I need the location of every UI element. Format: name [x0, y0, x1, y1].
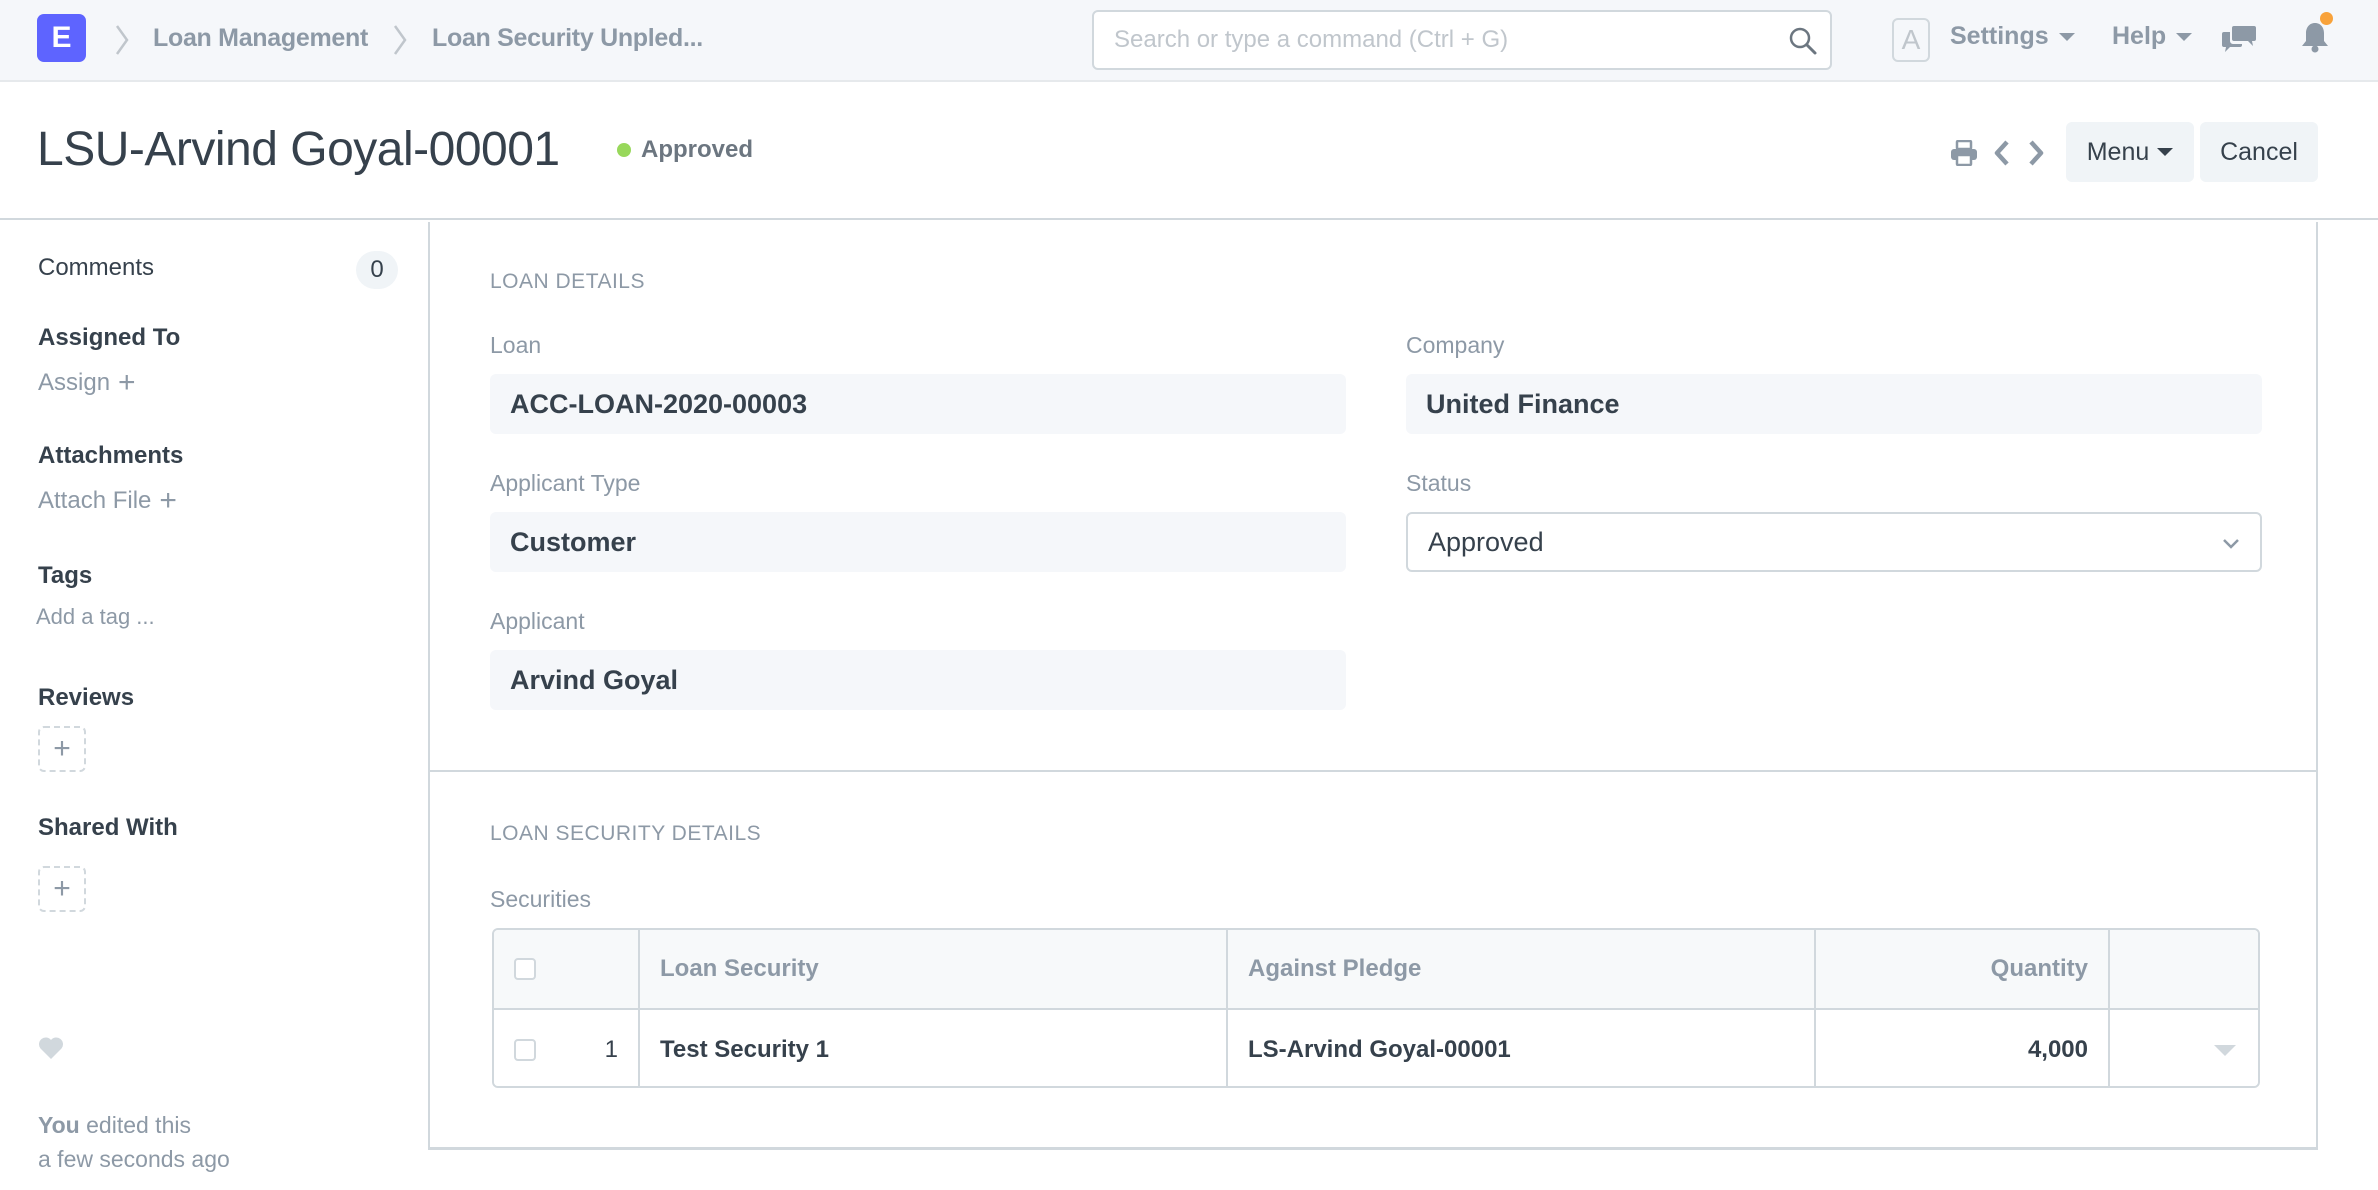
cancel-button[interactable]: Cancel	[2200, 122, 2318, 182]
chevron-right-icon	[393, 25, 407, 55]
caret-down-icon	[2157, 148, 2174, 156]
notification-dot	[2320, 12, 2333, 25]
section-title-loan-security-details: Loan Security Details	[490, 822, 762, 845]
like-heart-icon[interactable]	[38, 1036, 64, 1060]
row-actions-cell	[2110, 1010, 2258, 1086]
plus-icon: +	[159, 484, 177, 517]
applicant-value: Arvind Goyal	[510, 664, 679, 695]
page-head: LSU-Arvind Goyal-00001 Approved Menu Can…	[0, 84, 2378, 220]
plus-icon: +	[118, 366, 136, 399]
applicant-label: Applicant	[490, 608, 585, 634]
user-avatar[interactable]: A	[1892, 18, 1930, 62]
status-label: Status	[1406, 470, 1472, 496]
status-dot	[617, 143, 631, 157]
section-title-loan-details: Loan Details	[490, 270, 645, 293]
help-label: Help	[2112, 22, 2167, 50]
previous-record-icon[interactable]	[1992, 138, 2012, 168]
breadcrumb-loan-management[interactable]: Loan Management	[153, 24, 368, 53]
securities-table: Loan Security Against Pledge Quantity 1 …	[492, 928, 2260, 1088]
caret-down-icon	[2176, 32, 2193, 41]
caret-down-icon	[2058, 32, 2075, 41]
search-input[interactable]	[1114, 12, 1774, 68]
help-dropdown[interactable]: Help	[2112, 22, 2193, 51]
status-label: Approved	[641, 136, 754, 163]
assign-button[interactable]: Assign +	[38, 368, 136, 398]
assign-label: Assign	[38, 369, 111, 396]
loan-label: Loan	[490, 332, 542, 358]
edited-time: a few seconds ago	[38, 1146, 230, 1172]
attach-file-button[interactable]: Attach File +	[38, 486, 177, 516]
add-review-button[interactable]: +	[38, 726, 86, 772]
reviews-heading: Reviews	[38, 684, 135, 711]
company-field[interactable]: United Finance	[1406, 374, 2262, 434]
applicant-field[interactable]: Arvind Goyal	[490, 650, 1346, 710]
status-select-value: Approved	[1428, 526, 1544, 557]
cell-against-pledge[interactable]: LS-Arvind Goyal-00001	[1228, 1010, 1816, 1086]
table-header-row: Loan Security Against Pledge Quantity	[494, 930, 2258, 1010]
search-icon[interactable]	[1788, 26, 1818, 56]
applicant-type-label: Applicant Type	[490, 470, 641, 496]
loan-value: ACC-LOAN-2020-00003	[510, 388, 808, 419]
app-logo[interactable]: E	[37, 14, 86, 62]
breadcrumb-current-doctype[interactable]: Loan Security Unpled...	[432, 24, 703, 53]
column-header-actions	[2110, 930, 2258, 1008]
section-divider	[430, 770, 2316, 772]
settings-label: Settings	[1950, 22, 2049, 50]
assigned-to-heading: Assigned To	[38, 324, 181, 351]
chevron-right-icon	[115, 25, 129, 55]
last-edited-info: You edited this a few seconds ago	[38, 1108, 230, 1176]
column-header-quantity: Quantity	[1816, 930, 2110, 1008]
form-main: Loan Details Loan ACC-LOAN-2020-00003 Co…	[428, 222, 2318, 1150]
row-index: 1	[604, 1036, 618, 1063]
row-select-cell: 1	[494, 1010, 640, 1086]
shared-with-heading: Shared With	[38, 814, 178, 841]
chevron-down-icon	[2223, 539, 2239, 549]
comments-count-badge: 0	[356, 251, 398, 289]
select-all-checkbox[interactable]	[514, 958, 536, 980]
search-bar[interactable]	[1092, 10, 1832, 70]
add-share-button[interactable]: +	[38, 866, 86, 912]
chat-icon[interactable]	[2222, 24, 2256, 54]
column-header-loan-security: Loan Security	[640, 930, 1228, 1008]
next-record-icon[interactable]	[2026, 138, 2046, 168]
form-sidebar: Comments 0 Assigned To Assign + Attachme…	[0, 222, 428, 1190]
page-title: LSU-Arvind Goyal-00001	[37, 123, 560, 176]
company-value: United Finance	[1426, 388, 1620, 419]
comments-link[interactable]: Comments	[38, 254, 154, 282]
print-icon[interactable]	[1950, 140, 1978, 166]
row-checkbox[interactable]	[514, 1039, 536, 1061]
edited-text: edited this	[86, 1112, 191, 1138]
company-label: Company	[1406, 332, 1505, 358]
attach-file-label: Attach File	[38, 487, 152, 514]
settings-dropdown[interactable]: Settings	[1950, 22, 2075, 51]
navbar: E Loan Management Loan Security Unpled..…	[0, 0, 2378, 82]
applicant-type-field[interactable]: Customer	[490, 512, 1346, 572]
status-select[interactable]: Approved	[1406, 512, 2262, 572]
tags-heading: Tags	[38, 562, 93, 589]
add-tag-input[interactable]: Add a tag ...	[36, 604, 155, 630]
notification-bell-icon[interactable]	[2300, 20, 2330, 54]
cell-loan-security[interactable]: Test Security 1	[640, 1010, 1228, 1086]
table-row[interactable]: 1 Test Security 1 LS-Arvind Goyal-00001 …	[494, 1010, 2258, 1086]
attachments-heading: Attachments	[38, 442, 184, 469]
edited-by: You	[38, 1112, 80, 1138]
loan-field[interactable]: ACC-LOAN-2020-00003	[490, 374, 1346, 434]
menu-label: Menu	[2086, 137, 2150, 166]
status-indicator: Approved	[617, 136, 753, 164]
row-expand-caret-icon[interactable]	[2214, 1044, 2236, 1056]
cell-quantity[interactable]: 4,000	[1816, 1010, 2110, 1086]
column-header-against-pledge: Against Pledge	[1228, 930, 1816, 1008]
plus-icon: +	[53, 732, 71, 765]
plus-icon: +	[53, 872, 71, 905]
menu-button[interactable]: Menu	[2066, 122, 2194, 182]
header-select-cell	[494, 930, 640, 1008]
securities-label: Securities	[490, 886, 591, 912]
applicant-type-value: Customer	[510, 526, 637, 557]
